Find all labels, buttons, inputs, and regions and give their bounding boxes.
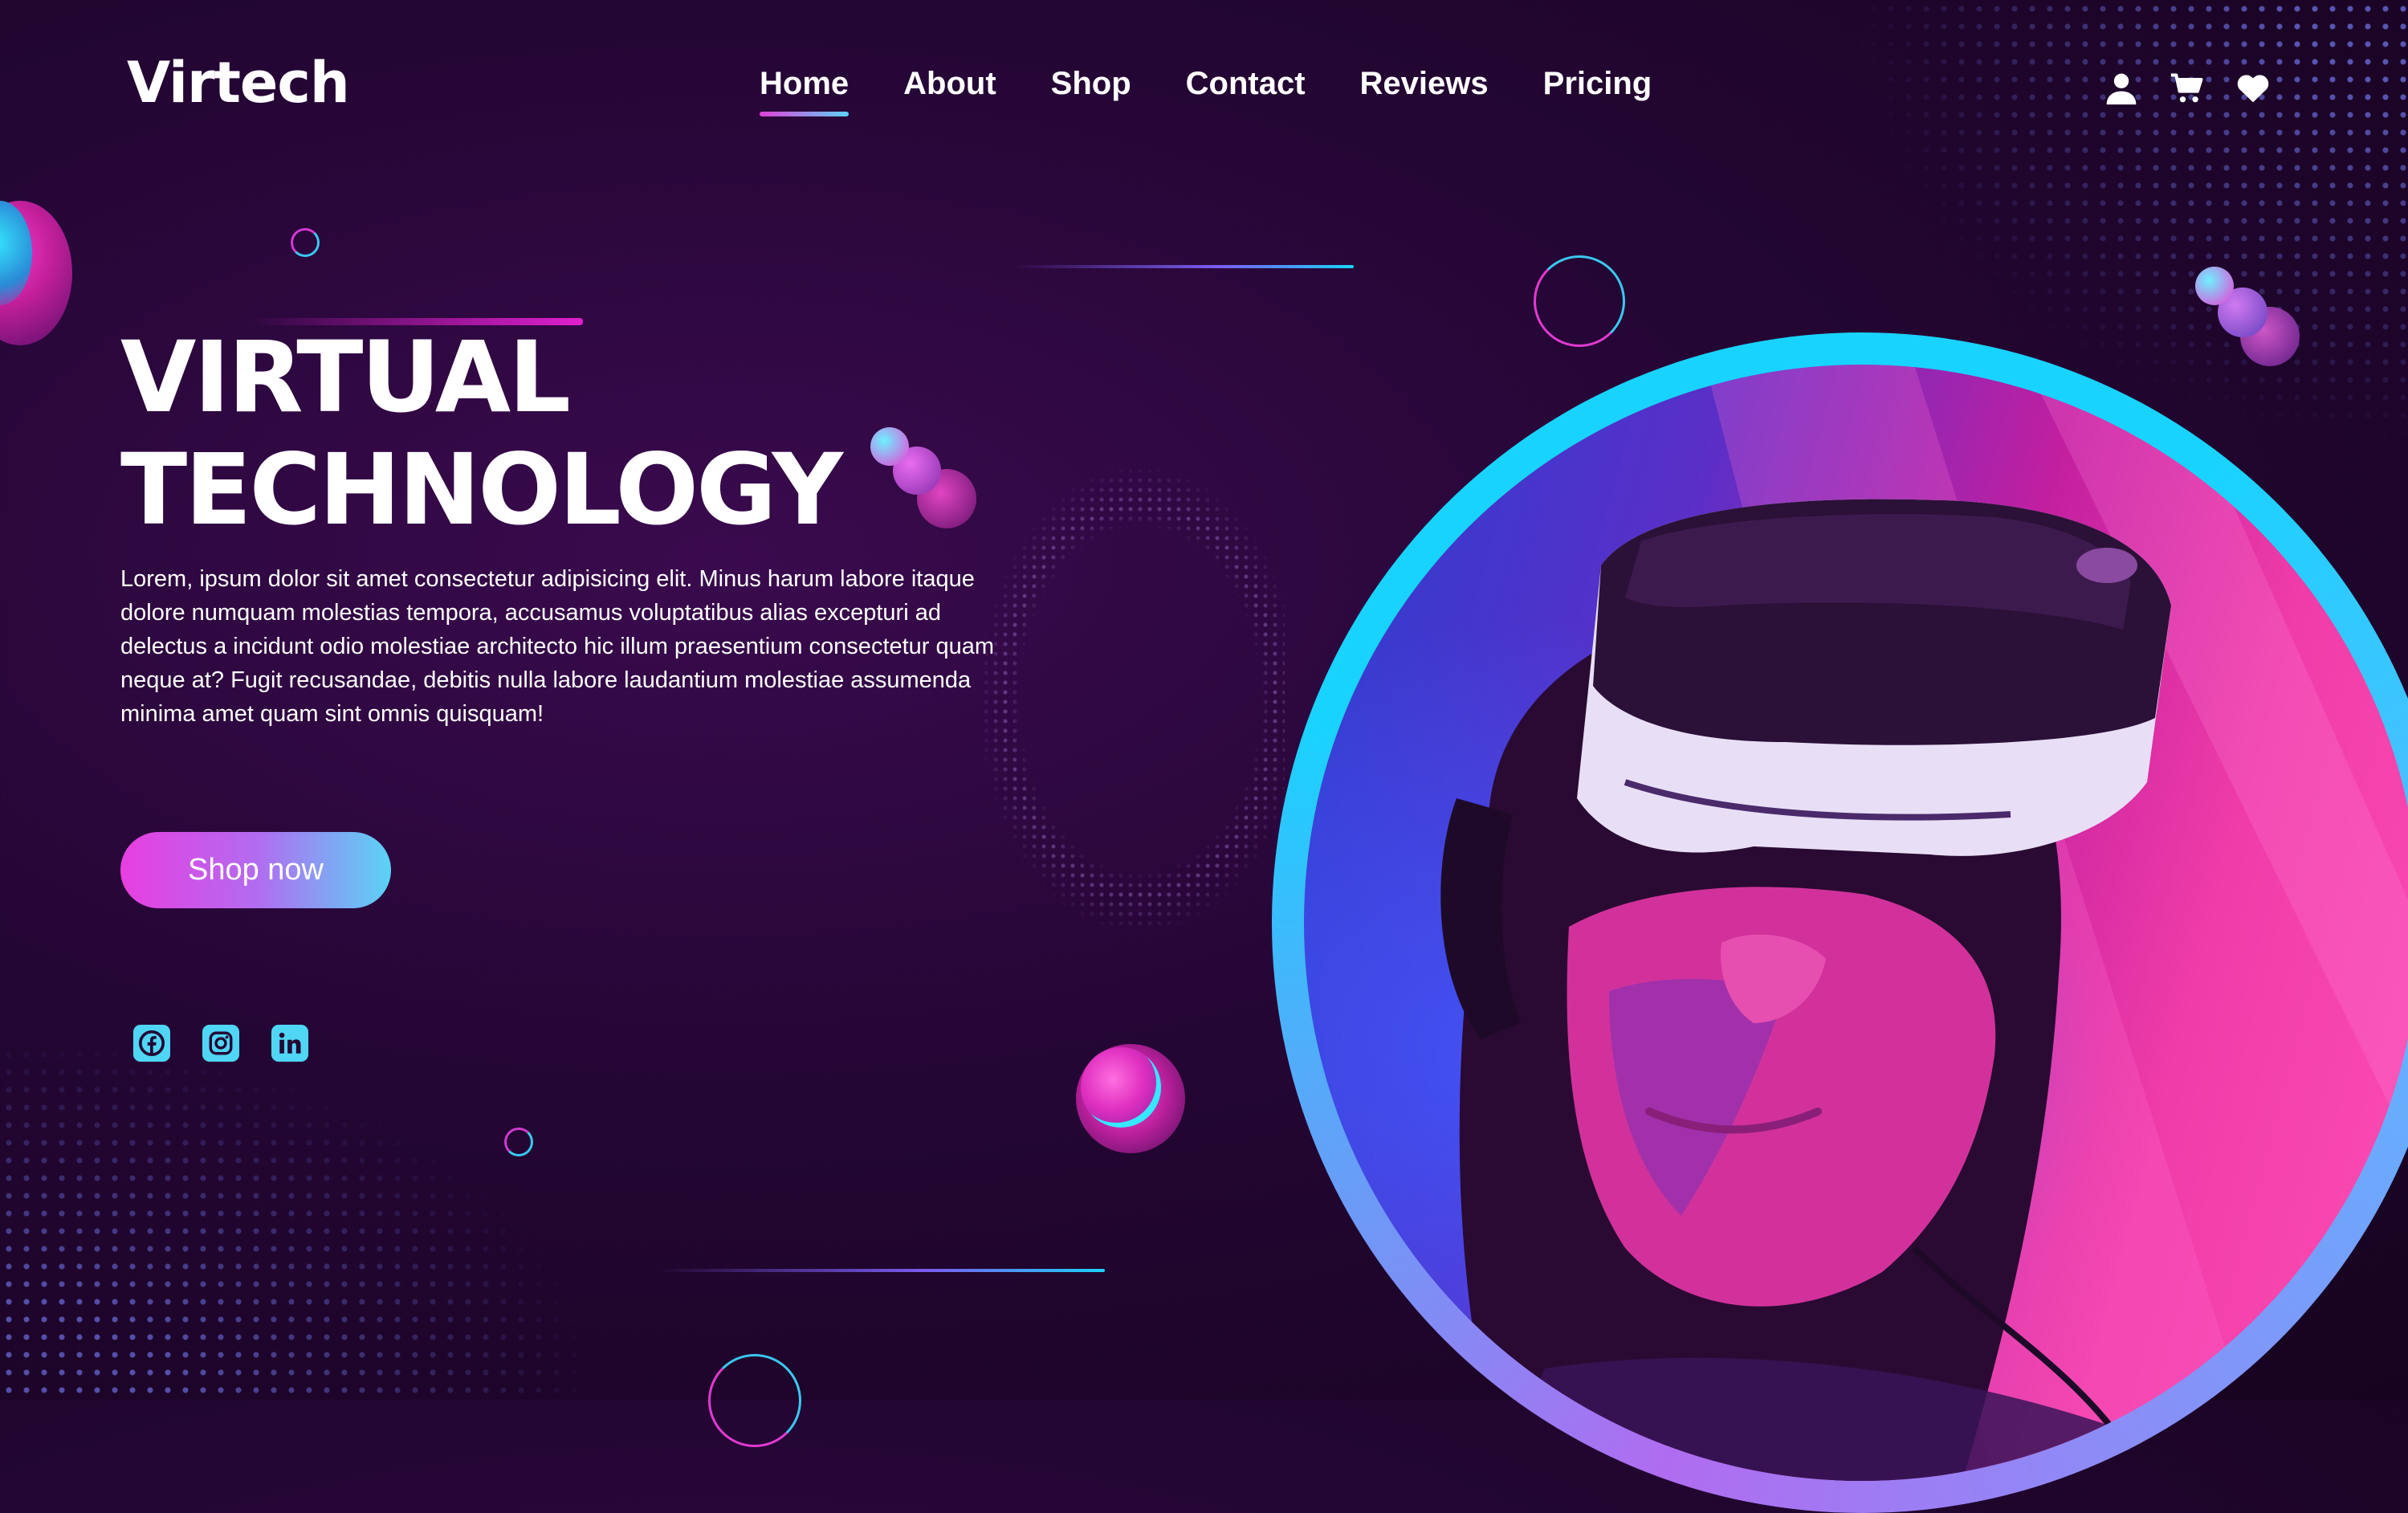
decor-sphere (2195, 267, 2234, 305)
decor-sphere (1081, 1047, 1161, 1128)
hero-title-line1: VIRTUAL (120, 320, 571, 434)
nav-reviews[interactable]: Reviews (1360, 66, 1489, 102)
nav-shop[interactable]: Shop (1051, 66, 1131, 102)
main-nav: Home About Shop Contact Reviews Pricing (760, 66, 1706, 116)
header-icons (2104, 71, 2271, 106)
hero-title: VIRTUAL TECHNOLOGY (120, 320, 843, 547)
dot-wave-decoration (923, 418, 1285, 1044)
heart-icon[interactable] (2235, 71, 2271, 106)
cart-icon[interactable] (2170, 71, 2205, 106)
decor-ring (708, 1354, 801, 1447)
decor-ring (291, 228, 320, 257)
nav-about[interactable]: About (903, 66, 996, 102)
instagram-icon[interactable] (202, 1025, 239, 1062)
vr-headset-figure (1440, 365, 2408, 1481)
linkedin-icon[interactable] (271, 1025, 308, 1062)
dot-pattern-bottom-left (0, 1028, 610, 1400)
decor-ring (1534, 255, 1625, 347)
facebook-icon[interactable] (133, 1025, 170, 1062)
nav-pricing[interactable]: Pricing (1543, 66, 1652, 102)
decor-sphere (870, 427, 909, 466)
decor-line (1012, 265, 1354, 268)
hero-image (1304, 365, 2408, 1481)
nav-contact[interactable]: Contact (1186, 66, 1306, 102)
hero-description: Lorem, ipsum dolor sit amet consectetur … (120, 566, 995, 727)
brand-logo[interactable]: Virtech (127, 50, 350, 116)
nav-home[interactable]: Home (760, 66, 850, 116)
decor-line (658, 1269, 1105, 1272)
social-links (133, 1025, 308, 1062)
hero-title-line2: TECHNOLOGY (120, 433, 843, 547)
decor-ring (504, 1128, 533, 1156)
shop-now-button[interactable]: Shop now (120, 832, 391, 908)
user-icon[interactable] (2104, 71, 2139, 106)
